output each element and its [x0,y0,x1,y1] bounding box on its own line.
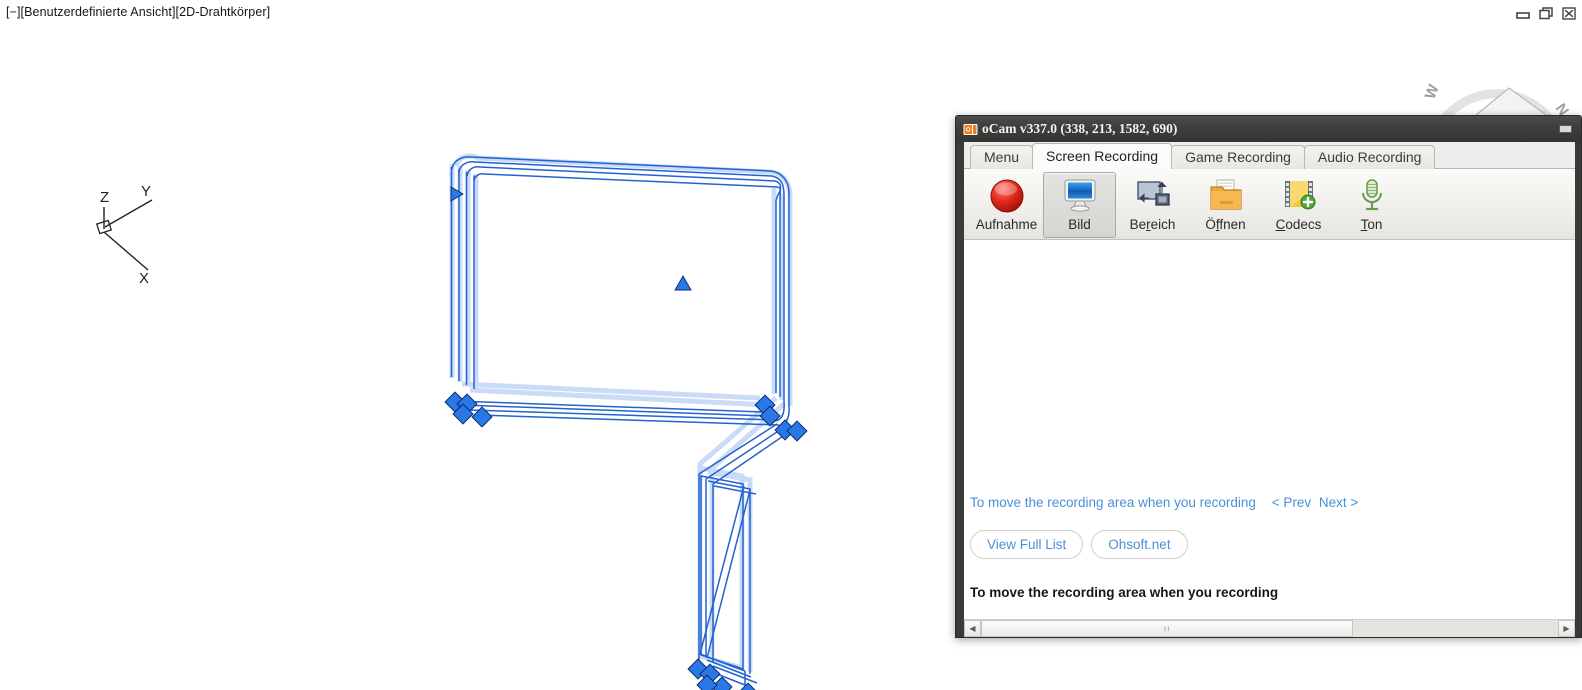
scrollbar-thumb[interactable]: ıı [981,620,1354,637]
close-icon[interactable] [1562,7,1576,20]
wireframe-model [449,153,793,687]
recording-tip-text: To move the recording area when you reco… [970,495,1256,510]
tip-next-link[interactable]: Next > [1319,495,1358,510]
ribbon-button-codecs[interactable]: Codecs [1262,172,1335,238]
ocam-window[interactable]: oCam v337.0 (338, 213, 1582, 690) Menu S… [955,115,1582,638]
recording-tip: To move the recording area when you reco… [970,495,1358,510]
svg-text:Z: Z [100,189,109,206]
ribbon-label-codecs: Codecs [1275,217,1322,232]
tab-audio-recording[interactable]: Audio Recording [1303,145,1436,169]
horizontal-scrollbar[interactable]: ◀ ıı ▶ [964,619,1575,637]
scroll-right-arrow-icon[interactable]: ▶ [1558,620,1575,637]
tip-prev-link[interactable]: < Prev [1272,495,1311,510]
tab-screen-recording[interactable]: Screen Recording [1032,143,1173,169]
viewcube-compass-west: W [1422,81,1443,101]
view-full-list-button[interactable]: View Full List [970,530,1084,559]
ribbon-label-offnen: Öffnen [1205,217,1246,232]
ribbon-button-bereich[interactable]: Bereich [1116,172,1189,238]
ribbon-label-bild: Bild [1068,217,1091,232]
filmstrip-plus-icon [1279,177,1319,215]
screen-root: [−][Benutzerdefinierte Ansicht][2D-Draht… [0,0,1582,690]
scrollbar-track[interactable]: ıı [981,620,1558,637]
restore-icon[interactable] [1539,7,1553,20]
record-circle-icon [987,177,1027,215]
axis-indicator: Z Y X [95,183,153,287]
ocam-ribbon: Aufnahme Bild Bereich Öffnen Codecs Ton [964,169,1575,240]
link-pill-row: View Full List Ohsoft.net [970,530,1188,559]
ribbon-label-bereich: Bereich [1129,217,1176,232]
recording-tip-bold: To move the recording area when you reco… [970,585,1279,600]
monitor-icon [1060,177,1100,215]
ocam-tab-strip: Menu Screen Recording Game Recording Aud… [964,142,1575,169]
ocam-content-panel: To move the recording area when you reco… [964,240,1575,637]
ribbon-label-ton: Ton [1360,217,1383,232]
minimize-icon[interactable] [1516,7,1530,20]
ocam-client-area: Menu Screen Recording Game Recording Aud… [964,142,1575,637]
triangle-grips [450,186,692,291]
folder-open-icon [1206,177,1246,215]
area-arrows-icon [1133,177,1173,215]
grip-points [444,391,808,690]
tab-menu[interactable]: Menu [970,145,1034,169]
microphone-icon [1352,177,1392,215]
cad-view-label: [−][Benutzerdefinierte Ansicht][2D-Draht… [6,5,271,19]
ribbon-button-bild[interactable]: Bild [1043,172,1116,238]
ocam-minimize-button[interactable] [1559,125,1572,133]
ohsoft-net-button[interactable]: Ohsoft.net [1091,530,1188,559]
svg-text:Y: Y [141,183,151,200]
ribbon-button-ton[interactable]: Ton [1335,172,1408,238]
ribbon-label-aufnahme: Aufnahme [975,217,1038,232]
scroll-left-arrow-icon[interactable]: ◀ [964,620,981,637]
ocam-title: oCam v337.0 (338, 213, 1582, 690) [982,121,1178,136]
tab-game-recording[interactable]: Game Recording [1171,145,1305,169]
ocam-titlebar[interactable]: oCam v337.0 (338, 213, 1582, 690) [956,116,1581,142]
ocam-app-icon [963,122,978,137]
svg-text:X: X [139,270,149,287]
center-triangle-grip [674,275,692,291]
ribbon-button-aufnahme[interactable]: Aufnahme [970,172,1043,238]
ribbon-button-offnen[interactable]: Öffnen [1189,172,1262,238]
scrollbar-grip: ıı [1163,624,1171,633]
window-controls [1516,7,1576,20]
cad-titlebar: [−][Benutzerdefinierte Ansicht][2D-Draht… [0,0,1582,24]
